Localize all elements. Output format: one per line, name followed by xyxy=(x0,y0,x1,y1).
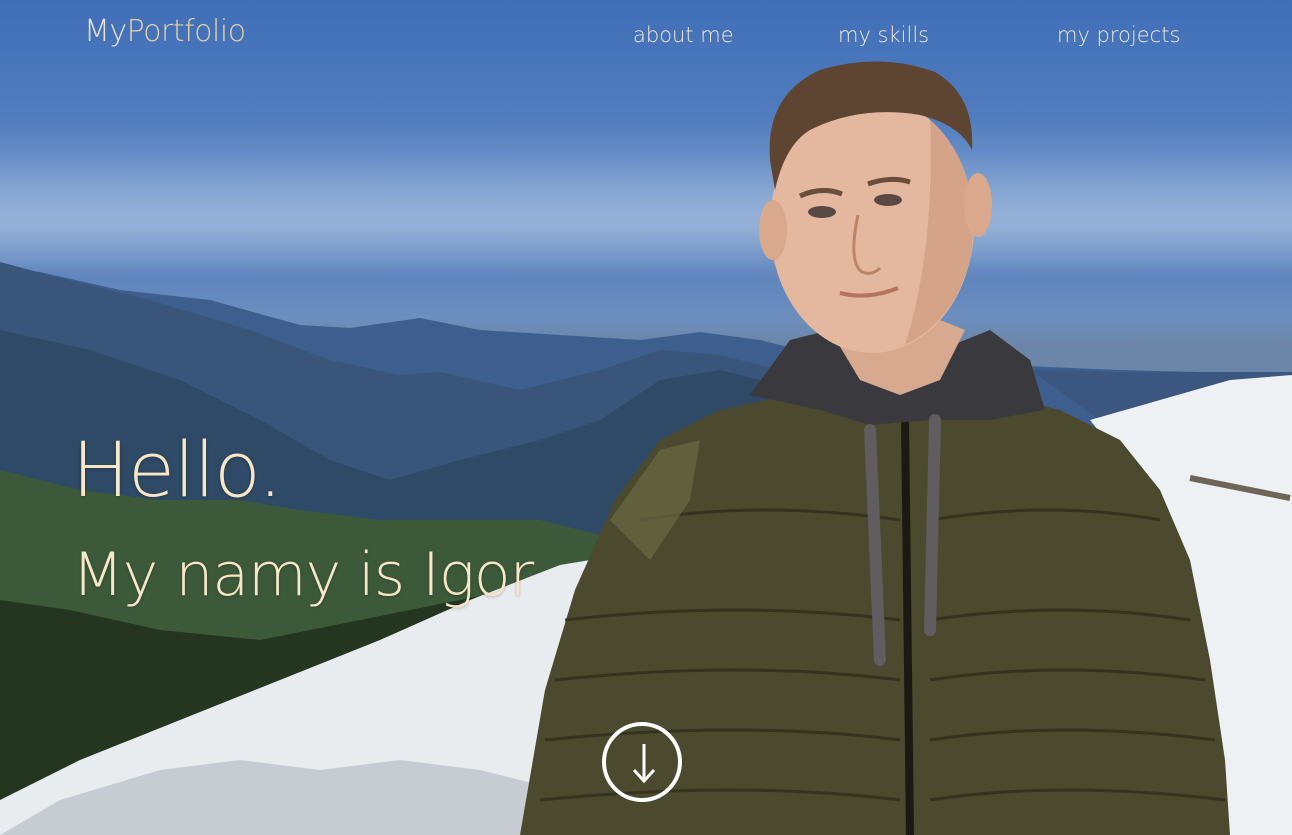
ear-right xyxy=(964,173,992,237)
arrow-down-icon xyxy=(632,744,656,784)
eye-left xyxy=(808,206,836,218)
logo-my: My xyxy=(84,14,127,49)
zipper xyxy=(901,419,914,835)
hero-greeting: Hello. xyxy=(72,425,282,514)
hero-background-photo xyxy=(0,61,1292,835)
hero-intro: My namy is Igor xyxy=(72,540,534,610)
site-logo[interactable]: MyPortfolio xyxy=(84,14,246,49)
ear-left xyxy=(759,200,787,260)
eye-right xyxy=(874,194,902,206)
logo-portfolio: Portfolio xyxy=(126,14,246,49)
nav-my-projects[interactable]: my projects xyxy=(1057,23,1180,47)
scroll-down-button[interactable] xyxy=(602,722,682,802)
hero-section: MyPortfolio about me my skills my projec… xyxy=(0,0,1292,835)
nav-about-me[interactable]: about me xyxy=(633,23,734,47)
nav-my-skills[interactable]: my skills xyxy=(838,23,929,47)
